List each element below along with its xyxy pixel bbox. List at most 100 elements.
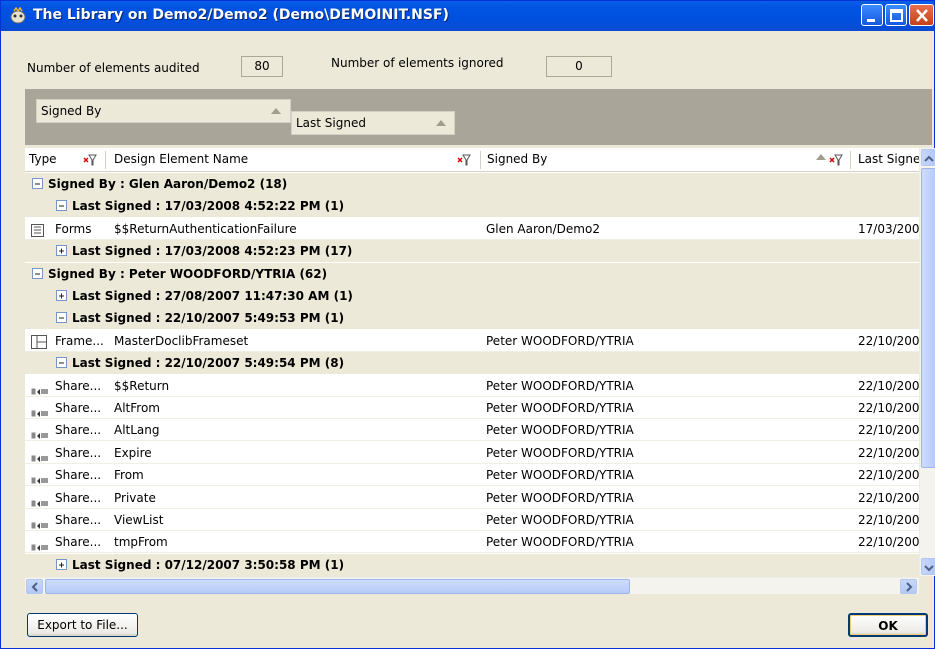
group-row-last-signed[interactable]: Last Signed : 27/08/2007 11:47:30 AM (1) bbox=[25, 285, 919, 307]
cell-design-element-name: ViewList bbox=[114, 513, 164, 527]
group-row-label: Last Signed : 17/03/2008 4:52:22 PM (1) bbox=[72, 199, 345, 214]
group-row-label: Signed By : Glen Aaron/Demo2 (18) bbox=[48, 177, 288, 191]
chevron-left-icon bbox=[31, 582, 38, 592]
group-row-last-signed[interactable]: Last Signed : 22/10/2007 5:49:53 PM (1) bbox=[25, 307, 919, 330]
cell-design-element-name: $$ReturnAuthenticationFailure bbox=[114, 221, 297, 236]
group-row-signed-by[interactable]: Signed By : Peter WOODFORD/YTRIA (62) bbox=[25, 262, 919, 285]
audited-count: 80 bbox=[241, 56, 283, 77]
cell-signed-by: Peter WOODFORD/YTRIA bbox=[486, 490, 634, 505]
filter-icon[interactable] bbox=[457, 154, 471, 166]
table-row[interactable]: Share... ViewList Peter WOODFORD/YTRIA 22/1… bbox=[25, 509, 919, 531]
cell-type: Share... bbox=[55, 513, 102, 527]
group-row-last-signed[interactable]: Last Signed : 22/10/2007 5:49:54 PM (8) bbox=[25, 352, 919, 375]
filter-icon[interactable] bbox=[83, 154, 97, 166]
cell-type: Forms bbox=[55, 221, 92, 236]
sort-ascending-icon bbox=[271, 108, 281, 114]
ignored-label: Number of elements ignored bbox=[331, 56, 504, 70]
table-row[interactable]: Share... $$Return Peter WOODFORD/YTRIA 22/1… bbox=[25, 374, 919, 397]
close-button[interactable] bbox=[909, 4, 934, 26]
horizontal-scrollbar[interactable] bbox=[25, 577, 919, 594]
sort-ascending-icon bbox=[436, 120, 446, 126]
cell-last-signed: 17/03/200 bbox=[858, 221, 919, 236]
filter-icon[interactable] bbox=[829, 154, 843, 166]
design-elements-grid[interactable]: Type Design Element Name Signed By Last … bbox=[25, 148, 919, 576]
column-header-name[interactable]: Design Element Name bbox=[114, 148, 248, 172]
group-row-label: Last Signed : 22/10/2007 5:49:54 PM (8) bbox=[72, 356, 345, 371]
group-row-label: Last Signed : 07/12/2007 3:50:58 PM (1) bbox=[72, 557, 345, 572]
group-row-label: Signed By : Peter WOODFORD/YTRIA (62) bbox=[48, 266, 328, 281]
table-row[interactable]: Share... AltFrom Peter WOODFORD/YTRIA 22/10… bbox=[25, 397, 919, 419]
cell-signed-by: Peter WOODFORD/YTRIA bbox=[486, 378, 634, 393]
group-row-last-signed[interactable]: Last Signed : 17/03/2008 4:52:23 PM (17) bbox=[25, 240, 919, 263]
cell-signed-by: Peter WOODFORD/YTRIA bbox=[486, 423, 634, 438]
cell-signed-by: Peter WOODFORD/YTRIA bbox=[486, 445, 634, 460]
group-by-signed-by[interactable]: Signed By bbox=[36, 99, 291, 123]
maximize-button[interactable] bbox=[885, 4, 907, 26]
chevron-down-icon bbox=[924, 565, 934, 572]
cell-signed-by: Peter WOODFORD/YTRIA bbox=[486, 468, 634, 483]
group-row-label: Last Signed : 17/03/2008 4:52:23 PM (17) bbox=[72, 244, 353, 259]
collapse-icon[interactable] bbox=[56, 312, 67, 324]
cell-design-element-name: $$Return bbox=[114, 378, 170, 393]
scroll-left-button[interactable] bbox=[26, 579, 43, 594]
table-row[interactable]: Frame... MasterDoclibFrameset Peter WOODFO… bbox=[25, 329, 919, 352]
cell-type: Share... bbox=[55, 468, 102, 483]
table-row[interactable]: Share... AltLang Peter WOODFORD/YTRIA 22/10… bbox=[25, 419, 919, 442]
expand-icon[interactable] bbox=[56, 245, 67, 257]
cell-design-element-name: MasterDoclibFrameset bbox=[114, 333, 249, 348]
horizontal-scroll-thumb[interactable] bbox=[45, 579, 630, 594]
app-icon bbox=[9, 6, 27, 25]
table-row[interactable]: Share... Expire Peter WOODFORD/YTRIA 22/10/… bbox=[25, 441, 919, 464]
cell-last-signed: 22/10/200 bbox=[858, 333, 919, 348]
table-row[interactable]: Share... From Peter WOODFORD/YTRIA 22/10/20… bbox=[25, 464, 919, 487]
cell-design-element-name: Private bbox=[114, 490, 156, 505]
column-header-last-signed[interactable]: Last Signe bbox=[858, 148, 919, 172]
vertical-scroll-thumb[interactable] bbox=[921, 168, 935, 468]
export-to-file-button[interactable]: Export to File... bbox=[27, 613, 138, 637]
expand-icon[interactable] bbox=[56, 558, 67, 570]
cell-type: Frame... bbox=[55, 333, 104, 348]
ok-button[interactable]: OK bbox=[848, 613, 928, 637]
group-row-last-signed[interactable]: Last Signed : 07/12/2007 3:50:58 PM (1) bbox=[25, 553, 919, 576]
group-row-signed-by[interactable]: Signed By : Glen Aaron/Demo2 (18) bbox=[25, 173, 919, 195]
table-row[interactable]: Forms $$ReturnAuthenticationFailure Glen A… bbox=[25, 217, 919, 240]
cell-type: Share... bbox=[55, 535, 102, 550]
table-row[interactable]: Share... tmpFrom Peter WOODFORD/YTRIA 22/10… bbox=[25, 531, 919, 554]
collapse-icon[interactable] bbox=[56, 200, 67, 212]
scroll-down-button[interactable] bbox=[921, 558, 935, 575]
group-by-last-signed[interactable]: Last Signed bbox=[291, 111, 455, 135]
ignored-count: 0 bbox=[546, 56, 612, 77]
cell-design-element-name: AltFrom bbox=[114, 401, 160, 415]
group-row-label: Last Signed : 27/08/2007 11:47:30 AM (1) bbox=[72, 289, 353, 303]
group-row-last-signed[interactable]: Last Signed : 17/03/2008 4:52:22 PM (1) bbox=[25, 195, 919, 218]
expand-icon[interactable] bbox=[56, 290, 67, 301]
cell-type: Share... bbox=[55, 378, 102, 393]
collapse-icon[interactable] bbox=[56, 357, 67, 369]
cell-type: Share... bbox=[55, 445, 102, 460]
collapse-icon[interactable] bbox=[32, 267, 43, 279]
cell-signed-by: Peter WOODFORD/YTRIA bbox=[486, 333, 634, 348]
cell-last-signed: 22/10/200 bbox=[858, 535, 919, 550]
cell-design-element-name: tmpFrom bbox=[114, 535, 168, 550]
vertical-scrollbar[interactable] bbox=[919, 148, 935, 576]
table-row[interactable]: Share... Private Peter WOODFORD/YTRIA 22/10… bbox=[25, 486, 919, 509]
cell-signed-by: Peter WOODFORD/YTRIA bbox=[486, 401, 634, 415]
scroll-right-button[interactable] bbox=[900, 579, 917, 594]
column-header-signed-by[interactable]: Signed By bbox=[487, 148, 547, 172]
chevron-right-icon bbox=[906, 582, 913, 592]
group-by-last-signed-label: Last Signed bbox=[296, 116, 366, 130]
sort-ascending-icon bbox=[816, 154, 826, 160]
minimize-button[interactable] bbox=[861, 4, 883, 26]
grid-header: Type Design Element Name Signed By Last … bbox=[25, 148, 919, 172]
column-header-type[interactable]: Type bbox=[29, 148, 57, 172]
cell-signed-by: Peter WOODFORD/YTRIA bbox=[486, 535, 634, 550]
window-title: The Library on Demo2/Demo2 (Demo\DEMOINI… bbox=[33, 7, 449, 23]
scroll-up-button[interactable] bbox=[921, 149, 935, 166]
cell-last-signed: 22/10/200 bbox=[858, 423, 919, 438]
group-by-area[interactable]: Signed By Last Signed bbox=[25, 89, 932, 145]
cell-last-signed: 22/10/200 bbox=[858, 401, 919, 415]
audited-label: Number of elements audited bbox=[27, 61, 200, 75]
cell-design-element-name: Expire bbox=[114, 445, 152, 460]
collapse-icon[interactable] bbox=[32, 178, 43, 189]
title-bar[interactable]: The Library on Demo2/Demo2 (Demo\DEMOINI… bbox=[1, 1, 934, 31]
